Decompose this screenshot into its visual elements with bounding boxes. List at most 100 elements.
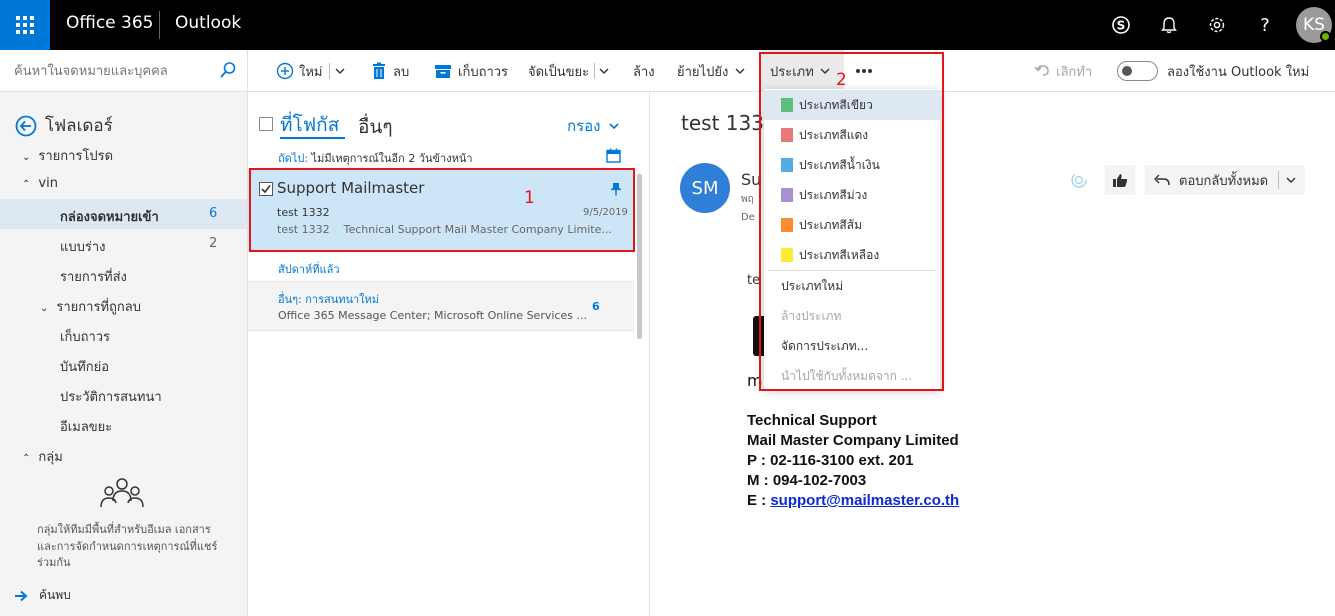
help-button[interactable]: ? <box>1249 9 1281 41</box>
help-icon: ? <box>1260 15 1270 35</box>
tab-focused[interactable]: ที่โฟกัส <box>280 110 339 140</box>
more-icon <box>856 69 872 73</box>
reading-pane: test 1332 SM Su พฤ De ตอบกลับทั้งหมด te … <box>651 92 1335 616</box>
select-all-checkbox[interactable] <box>259 117 273 131</box>
category-menu: ประเภทสีเขียว ประเภทสีแดง ประเภทสีน้ำเงิ… <box>764 89 940 389</box>
folder-junk[interactable]: อีเมลขยะ <box>60 416 112 437</box>
groups-label: กลุ่ม <box>38 450 63 465</box>
sweep-button[interactable]: ล้าง <box>633 50 655 92</box>
pin-icon[interactable] <box>611 182 621 196</box>
folder-drafts[interactable]: แบบร่าง 2 <box>0 229 247 259</box>
apply-to-all-item[interactable]: นำไปใช้กับทั้งหมดจาก ... <box>764 361 940 391</box>
like-button[interactable] <box>1105 165 1135 195</box>
category-purple[interactable]: ประเภทสีม่วง <box>764 180 940 210</box>
tab-other[interactable]: อื่นๆ <box>358 112 393 142</box>
junk-button[interactable]: จัดเป็นขยะ <box>528 50 610 92</box>
sent-date: พฤ <box>741 194 754 205</box>
settings-button[interactable] <box>1201 9 1233 41</box>
yellow-swatch <box>781 248 793 262</box>
category-red[interactable]: ประเภทสีแดง <box>764 120 940 150</box>
other-count: 6 <box>592 300 600 313</box>
signature-line4: M : 094-102-7003 <box>747 472 867 489</box>
new-category-item[interactable]: ประเภทใหม่ <box>764 271 940 301</box>
other-conversations-item[interactable]: อื่นๆ: การสนทนาใหม่ Office 365 Message C… <box>248 281 634 331</box>
list-scrollbar[interactable] <box>637 174 642 339</box>
delete-label: ลบ <box>393 64 410 80</box>
drafts-label: แบบร่าง <box>60 240 106 255</box>
account-label: vin <box>38 176 58 191</box>
folder-deleted[interactable]: ⌄ รายการที่ถูกลบ <box>40 296 141 317</box>
clear-category-item[interactable]: ล้างประเภท <box>764 301 940 331</box>
folders-header[interactable]: โฟลเดอร์ <box>15 112 113 139</box>
message-checkbox[interactable] <box>259 182 273 196</box>
folder-notes[interactable]: บันทึกย่อ <box>60 356 109 377</box>
brand-title[interactable]: Office 365 <box>66 13 153 33</box>
category-orange-label: ประเภทสีส้ม <box>799 217 862 232</box>
search-input[interactable] <box>14 61 214 81</box>
calendar-icon[interactable] <box>606 148 621 163</box>
svg-text:?: ? <box>1260 15 1270 35</box>
toggle-switch[interactable] <box>1117 61 1158 81</box>
favorites-header[interactable]: ⌄ รายการโปรด <box>22 145 113 166</box>
loading-spinner-icon <box>1071 172 1087 188</box>
skype-button[interactable]: S <box>1105 9 1137 41</box>
discover-link[interactable]: ค้นพบ <box>14 586 71 605</box>
search-icon[interactable] <box>219 61 237 79</box>
delete-button[interactable]: ลบ <box>371 50 409 92</box>
chevron-down-icon[interactable] <box>334 65 346 77</box>
reply-all-button[interactable]: ตอบกลับทั้งหมด <box>1145 165 1305 195</box>
categorize-button[interactable]: ประเภท <box>760 50 844 92</box>
body-text: te <box>747 273 761 288</box>
message-item-selected[interactable]: Support Mailmaster test 1332 9/5/2019 te… <box>248 169 634 251</box>
chevron-down-icon[interactable] <box>598 65 610 77</box>
deleted-label: รายการที่ถูกลบ <box>56 300 141 315</box>
folder-sent[interactable]: รายการที่ส่ง <box>60 266 127 287</box>
upcoming-events[interactable]: ถัดไป: ไม่มีเหตุการณ์ในอีก 2 วันข้างหน้า <box>278 149 473 167</box>
notifications-button[interactable] <box>1153 9 1185 41</box>
try-new-outlook-toggle[interactable]: ลองใช้งาน Outlook ใหม่ <box>1117 50 1309 92</box>
app-title[interactable]: Outlook <box>175 13 241 33</box>
sender-name[interactable]: Su <box>741 170 761 189</box>
undo-button[interactable]: เลิกทำ <box>1034 50 1092 92</box>
archive-button[interactable]: เก็บถาวร <box>434 50 508 92</box>
svg-text:S: S <box>1117 19 1126 33</box>
filter-button[interactable]: กรอง <box>567 114 620 138</box>
annotation-number-2: 2 <box>836 70 847 90</box>
message-date: 9/5/2019 <box>583 207 628 218</box>
message-list: ที่โฟกัส อื่นๆ กรอง ถัดไป: ไม่มีเหตุการณ… <box>248 92 650 616</box>
category-green[interactable]: ประเภทสีเขียว <box>764 90 940 120</box>
message-subject: test 1332 <box>277 206 330 219</box>
email-link[interactable]: support@mailmaster.co.th <box>770 492 959 509</box>
more-actions-button[interactable] <box>855 50 873 92</box>
green-swatch <box>781 98 793 112</box>
search-box[interactable] <box>0 50 248 92</box>
signature-line2: Mail Master Company Limited <box>747 432 959 449</box>
category-blue[interactable]: ประเภทสีน้ำเงิน <box>764 150 940 180</box>
new-button[interactable]: ใหม่ <box>276 50 346 92</box>
categorize-label: ประเภท <box>770 64 814 80</box>
chevron-down-icon[interactable] <box>1285 174 1297 186</box>
category-orange[interactable]: ประเภทสีส้ม <box>764 210 940 240</box>
orange-swatch <box>781 218 793 232</box>
folder-archive[interactable]: เก็บถาวร <box>60 326 110 347</box>
back-arrow-icon[interactable] <box>15 115 37 137</box>
purple-swatch <box>781 188 793 202</box>
manage-categories-item[interactable]: จัดการประเภท... <box>764 331 940 361</box>
message-sender: Support Mailmaster <box>277 179 425 197</box>
account-header[interactable]: ⌃ vin <box>22 176 58 191</box>
app-launcher-button[interactable] <box>0 0 50 50</box>
folder-inbox[interactable]: กล่องจดหมายเข้า 6 <box>0 199 247 229</box>
message-preview: test 1332 Technical Support Mail Master … <box>277 223 612 236</box>
groups-header[interactable]: ⌃ กลุ่ม <box>22 446 63 467</box>
category-purple-label: ประเภทสีม่วง <box>799 187 868 202</box>
folder-conversation-history[interactable]: ประวัติการสนทนา <box>60 386 162 407</box>
annotation-number-1: 1 <box>524 188 535 208</box>
trash-icon <box>373 62 385 79</box>
sender-avatar[interactable]: SM <box>680 163 730 213</box>
move-to-button[interactable]: ย้ายไปยัง <box>677 50 746 92</box>
junk-label: จัดเป็นขยะ <box>528 64 590 80</box>
add-icon <box>276 62 294 80</box>
category-yellow[interactable]: ประเภทสีเหลือง <box>764 240 940 270</box>
signature: Technical Support Mail Master Company Li… <box>747 411 959 511</box>
message-subject-heading: test 1332 <box>681 111 777 135</box>
